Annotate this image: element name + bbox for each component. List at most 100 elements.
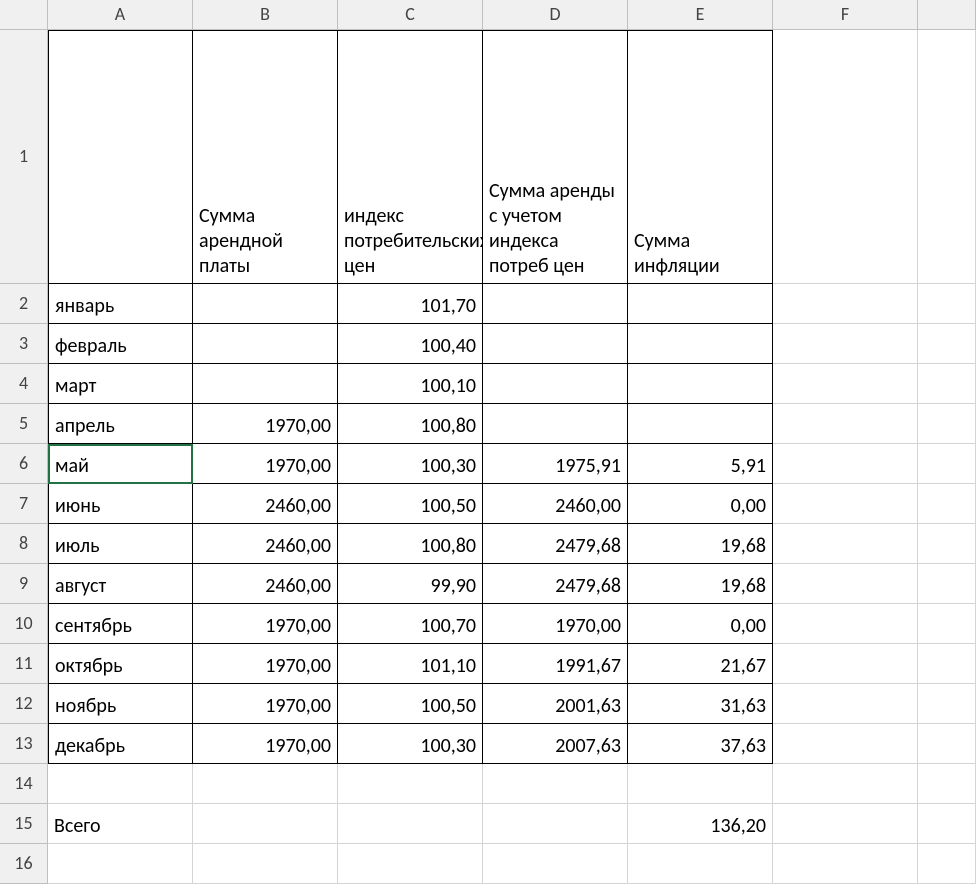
cell-C14[interactable]: [338, 764, 483, 804]
cell-D9[interactable]: 2479,68: [483, 564, 628, 604]
cell-E15[interactable]: 136,20: [628, 804, 773, 844]
cell-E7[interactable]: 0,00: [628, 484, 773, 524]
cell-C6[interactable]: 100,30: [338, 444, 483, 484]
row-header-15[interactable]: 15: [0, 804, 48, 844]
cell-E8[interactable]: 19,68: [628, 524, 773, 564]
cell-D14[interactable]: [483, 764, 628, 804]
cell-C16[interactable]: [338, 844, 483, 884]
cell-F3[interactable]: [773, 324, 918, 364]
row-header-5[interactable]: 5: [0, 404, 48, 444]
cell-F1[interactable]: [773, 30, 918, 284]
cell-D16[interactable]: [483, 844, 628, 884]
cell-B3[interactable]: [193, 324, 338, 364]
row-header-7[interactable]: 7: [0, 484, 48, 524]
cell-F15[interactable]: [773, 804, 918, 844]
cell-F9[interactable]: [773, 564, 918, 604]
cell-A16[interactable]: [48, 844, 193, 884]
cell-A8[interactable]: июль: [48, 524, 193, 564]
cell-A13[interactable]: декабрь: [48, 724, 193, 764]
cell-D8[interactable]: 2479,68: [483, 524, 628, 564]
cell-F11[interactable]: [773, 644, 918, 684]
cell-D7[interactable]: 2460,00: [483, 484, 628, 524]
cell-F5[interactable]: [773, 404, 918, 444]
cell-B10[interactable]: 1970,00: [193, 604, 338, 644]
col-header-F[interactable]: F: [773, 0, 918, 30]
cell-E5[interactable]: [628, 404, 773, 444]
row-header-14[interactable]: 14: [0, 764, 48, 804]
cell-A4[interactable]: март: [48, 364, 193, 404]
cell-E3[interactable]: [628, 324, 773, 364]
cell-D4[interactable]: [483, 364, 628, 404]
cell-A2[interactable]: январь: [48, 284, 193, 324]
cell-C1[interactable]: индекс потребительских цен: [338, 30, 483, 284]
cell-A6[interactable]: май: [48, 444, 193, 484]
cell-F10[interactable]: [773, 604, 918, 644]
cell-E2[interactable]: [628, 284, 773, 324]
cell-D1[interactable]: Сумма аренды с учетом индекса потреб цен: [483, 30, 628, 284]
cell-B2[interactable]: [193, 284, 338, 324]
cell-D10[interactable]: 1970,00: [483, 604, 628, 644]
col-header-E[interactable]: E: [628, 0, 773, 30]
cell-F2[interactable]: [773, 284, 918, 324]
cell-C2[interactable]: 101,70: [338, 284, 483, 324]
col-header-A[interactable]: A: [48, 0, 193, 30]
cell-A14[interactable]: [48, 764, 193, 804]
cell-A12[interactable]: ноябрь: [48, 684, 193, 724]
row-header-4[interactable]: 4: [0, 364, 48, 404]
cell-B9[interactable]: 2460,00: [193, 564, 338, 604]
cell-E9[interactable]: 19,68: [628, 564, 773, 604]
cell-B12[interactable]: 1970,00: [193, 684, 338, 724]
cell-F13[interactable]: [773, 724, 918, 764]
row-header-2[interactable]: 2: [0, 284, 48, 324]
cell-B5[interactable]: 1970,00: [193, 404, 338, 444]
col-header-D[interactable]: D: [483, 0, 628, 30]
row-header-3[interactable]: 3: [0, 324, 48, 364]
cell-C12[interactable]: 100,50: [338, 684, 483, 724]
cell-E13[interactable]: 37,63: [628, 724, 773, 764]
cell-C3[interactable]: 100,40: [338, 324, 483, 364]
cell-D15[interactable]: [483, 804, 628, 844]
cell-C8[interactable]: 100,80: [338, 524, 483, 564]
cell-E1[interactable]: Сумма инфляции: [628, 30, 773, 284]
row-header-10[interactable]: 10: [0, 604, 48, 644]
cell-E14[interactable]: [628, 764, 773, 804]
cell-B7[interactable]: 2460,00: [193, 484, 338, 524]
cell-B4[interactable]: [193, 364, 338, 404]
row-header-9[interactable]: 9: [0, 564, 48, 604]
cell-C11[interactable]: 101,10: [338, 644, 483, 684]
row-header-12[interactable]: 12: [0, 684, 48, 724]
cell-A7[interactable]: июнь: [48, 484, 193, 524]
cell-A11[interactable]: октябрь: [48, 644, 193, 684]
cell-A10[interactable]: сентябрь: [48, 604, 193, 644]
cell-D2[interactable]: [483, 284, 628, 324]
cell-E16[interactable]: [628, 844, 773, 884]
row-header-6[interactable]: 6: [0, 444, 48, 484]
cell-F6[interactable]: [773, 444, 918, 484]
cell-F12[interactable]: [773, 684, 918, 724]
cell-D5[interactable]: [483, 404, 628, 444]
cell-D11[interactable]: 1991,67: [483, 644, 628, 684]
cell-D13[interactable]: 2007,63: [483, 724, 628, 764]
cell-B6[interactable]: 1970,00: [193, 444, 338, 484]
select-all-corner[interactable]: [0, 0, 48, 30]
cell-B11[interactable]: 1970,00: [193, 644, 338, 684]
cell-C13[interactable]: 100,30: [338, 724, 483, 764]
cell-B13[interactable]: 1970,00: [193, 724, 338, 764]
cell-B14[interactable]: [193, 764, 338, 804]
row-header-11[interactable]: 11: [0, 644, 48, 684]
cell-B8[interactable]: 2460,00: [193, 524, 338, 564]
cell-C5[interactable]: 100,80: [338, 404, 483, 444]
cell-F7[interactable]: [773, 484, 918, 524]
cell-A3[interactable]: февраль: [48, 324, 193, 364]
cell-F16[interactable]: [773, 844, 918, 884]
cell-E10[interactable]: 0,00: [628, 604, 773, 644]
cell-B16[interactable]: [193, 844, 338, 884]
cell-C9[interactable]: 99,90: [338, 564, 483, 604]
cell-A9[interactable]: август: [48, 564, 193, 604]
cell-C15[interactable]: [338, 804, 483, 844]
col-header-C[interactable]: C: [338, 0, 483, 30]
row-header-16[interactable]: 16: [0, 844, 48, 884]
cell-E4[interactable]: [628, 364, 773, 404]
cell-B1[interactable]: Сумма арендной платы: [193, 30, 338, 284]
cell-A5[interactable]: апрель: [48, 404, 193, 444]
